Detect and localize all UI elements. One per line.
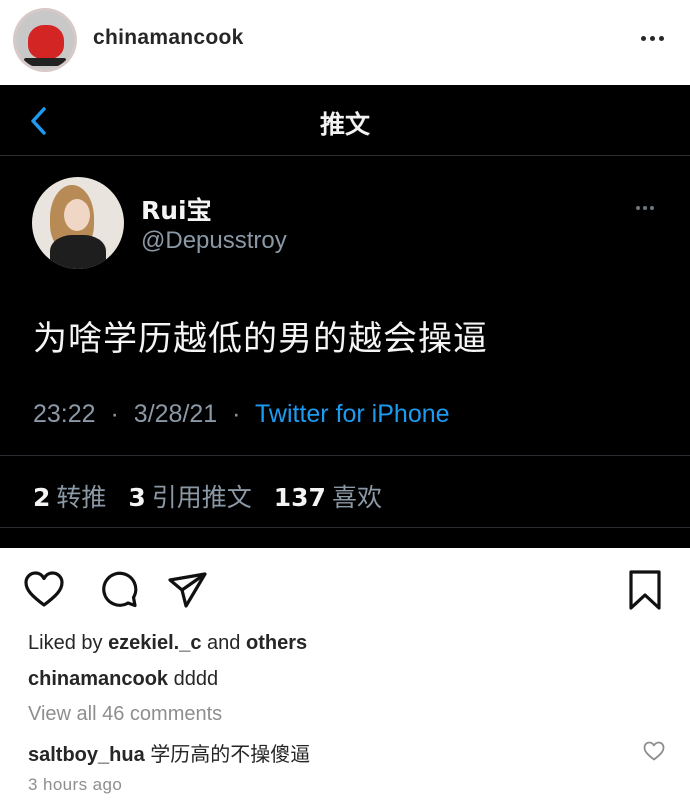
likes-stat[interactable]: 137 喜欢 xyxy=(274,483,382,512)
avatar-body xyxy=(50,235,106,269)
comment-username[interactable]: saltboy_hua xyxy=(28,744,145,766)
post-action-bar xyxy=(0,560,690,616)
quotes-stat[interactable]: 3 引用推文 xyxy=(128,483,251,512)
comment-item: saltboy_hua 学历高的不操傻逼 xyxy=(28,738,310,767)
post-caption: chinamancook dddd xyxy=(28,668,218,691)
divider xyxy=(0,455,690,456)
tweet-more-icon[interactable] xyxy=(630,200,660,216)
liked-by-text: Liked by ezekiel._c and others xyxy=(28,632,307,655)
dot xyxy=(640,35,646,41)
meta-separator: · xyxy=(110,400,119,428)
post-timestamp: 3 hours ago xyxy=(28,775,123,794)
avatar-image xyxy=(16,11,74,69)
comment-icon[interactable] xyxy=(97,568,141,612)
avatar[interactable] xyxy=(13,8,77,72)
liked-by-connector: and xyxy=(207,632,241,654)
retweets-stat[interactable]: 2 转推 xyxy=(33,483,106,512)
dot xyxy=(649,35,655,41)
tweet-nav-title: 推文 xyxy=(319,110,370,139)
liked-by-user[interactable]: ezekiel._c xyxy=(108,632,201,654)
tweet-time: 23:22 xyxy=(33,400,96,428)
tweet-source-link[interactable]: Twitter for iPhone xyxy=(255,400,450,428)
tweet-nav-bar: 推文 xyxy=(0,85,690,155)
view-all-comments-link[interactable]: View all 46 comments xyxy=(28,703,222,726)
tweet-text: 为啥学历越低的男的越会操逼 xyxy=(33,319,488,359)
tweet-author-handle[interactable]: @Depusstroy xyxy=(141,227,287,255)
caption-username[interactable]: chinamancook xyxy=(28,668,168,690)
tweet-author-name[interactable]: Rui宝 xyxy=(141,191,212,227)
comment-heart-icon[interactable] xyxy=(642,739,666,763)
heart-icon[interactable] xyxy=(22,568,66,612)
tweet-date: 3/28/21 xyxy=(133,400,218,428)
tweet-stats: 2 转推 3 引用推文 137 喜欢 xyxy=(33,478,396,514)
avatar-caption-strip xyxy=(24,58,66,66)
paper-plane-icon[interactable] xyxy=(166,568,210,612)
post-header: chinamancook xyxy=(0,0,690,85)
dot xyxy=(658,35,664,41)
post-username[interactable]: chinamancook xyxy=(93,26,244,50)
liked-by-others[interactable]: others xyxy=(246,632,307,654)
tweet-screenshot: 推文 Rui宝 @Depusstroy 为啥学历越低的男的越会操逼 23:22 … xyxy=(0,85,690,548)
tweet-author-avatar[interactable] xyxy=(32,177,124,269)
tweet-meta: 23:22 · 3/28/21 · Twitter for iPhone xyxy=(33,400,450,429)
meta-separator: · xyxy=(232,400,241,428)
comment-text: 学历高的不操傻逼 xyxy=(150,744,311,766)
avatar-figure xyxy=(28,25,64,59)
more-options-icon[interactable] xyxy=(630,26,674,50)
dot xyxy=(650,206,654,210)
divider xyxy=(0,527,690,528)
dot xyxy=(636,206,640,210)
dot xyxy=(643,206,647,210)
caption-text: dddd xyxy=(173,668,219,690)
liked-by-prefix: Liked by xyxy=(28,632,103,654)
bookmark-icon[interactable] xyxy=(623,568,667,612)
divider xyxy=(0,155,690,156)
avatar-face xyxy=(64,199,90,231)
